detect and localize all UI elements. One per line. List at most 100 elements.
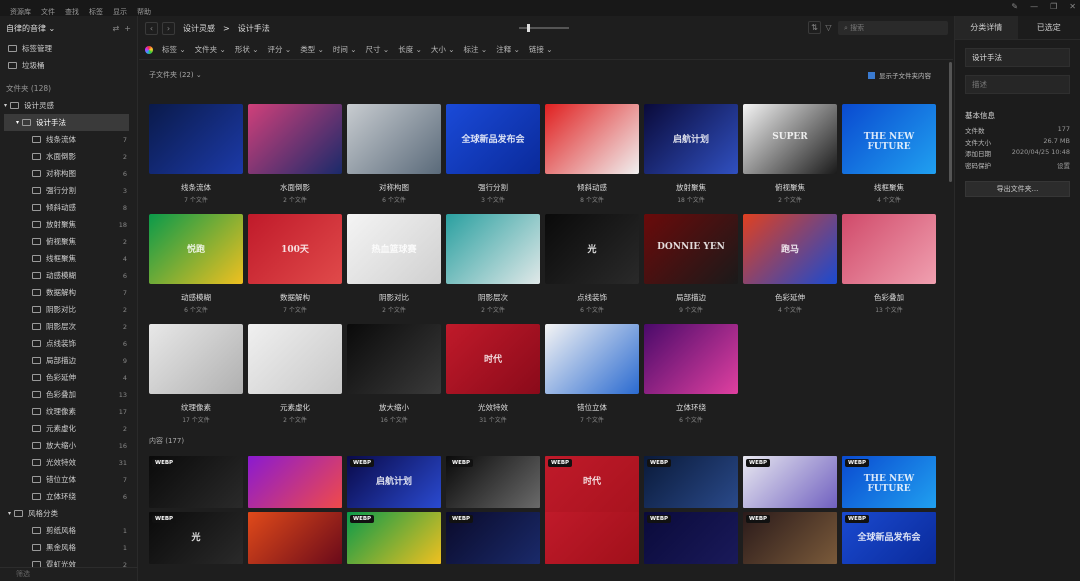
chevron-down-icon[interactable]: ▾ [8,510,11,517]
export-button[interactable]: 导出文件夹... [965,181,1070,197]
filter-dropdown[interactable]: 文件夹 ⌄ [195,44,226,55]
subfolder-thumbnail[interactable]: SUPER [743,104,837,174]
scrollbar[interactable] [949,62,952,182]
library-header[interactable]: 自律的音律 ⌄ ⇄ + [0,16,137,40]
content-item[interactable]: WEBP [446,512,540,564]
subfolder-card[interactable]: 线条流体 7 个文件 [149,104,243,204]
content-item[interactable]: WEBP [149,456,243,508]
chevron-down-icon[interactable]: ▾ [4,102,7,109]
subfolder-thumbnail[interactable] [545,324,639,394]
sidebar-item-tag-mgmt[interactable]: 标签管理 [0,40,137,57]
breadcrumb-2[interactable]: 设计手法 [238,23,270,34]
folder-root[interactable]: ▾ 设计灵感 [0,97,137,114]
filter-icon[interactable]: ▽ [822,21,835,34]
filter-dropdown[interactable]: 时间 ⌄ [333,44,357,55]
menu-item[interactable]: 标签 [89,8,103,16]
sidebar-folder-item[interactable]: 水面倒影 2 [0,148,137,165]
filter-dropdown[interactable]: 标注 ⌄ [464,44,488,55]
checkbox-icon[interactable] [868,71,875,79]
subfolder-card[interactable]: 错位立体 7 个文件 [545,324,639,424]
folder-selected[interactable]: ▾ 设计手法 [4,114,129,131]
sort-icon[interactable]: ⇅ [808,21,821,34]
sidebar-folder-item[interactable]: 数据解构 7 [0,284,137,301]
library-title[interactable]: 自律的音律 ⌄ [6,23,55,34]
subfolder-thumbnail[interactable] [545,104,639,174]
desc-field[interactable]: 描述 [965,75,1070,94]
sidebar-folder-item[interactable]: 色彩叠加 13 [0,386,137,403]
subfolder-card[interactable]: 阴影层次 2 个文件 [446,214,540,314]
subfolder-card[interactable]: 元素虚化 2 个文件 [248,324,342,424]
show-sub-toggle[interactable]: 显示子文件夹内容 [868,70,931,80]
subfolder-thumbnail[interactable]: THE NEW FUTURE [842,104,936,174]
name-field[interactable]: 设计手法 [965,48,1070,67]
sidebar-folder-item[interactable]: 点线装饰 6 [0,335,137,352]
subfolder-card[interactable]: 水面倒影 2 个文件 [248,104,342,204]
sidebar-folder-item[interactable]: 局部描边 9 [0,352,137,369]
sidebar-folder-item[interactable]: 动感模糊 6 [0,267,137,284]
subfolder-header[interactable]: 子文件夹 (22) ⌄ [149,70,202,80]
sidebar-folder-item[interactable]: 阴影对比 2 [0,301,137,318]
subfolder-card[interactable]: 纹理像素 17 个文件 [149,324,243,424]
subfolder-card[interactable]: 光点线装饰 6 个文件 [545,214,639,314]
tab-detail[interactable]: 分类详情 [955,16,1018,39]
subfolder-card[interactable]: 时代 光效特效 31 个文件 [446,324,540,424]
content-item[interactable]: WEBP [743,512,837,564]
minimize-icon[interactable]: — [1030,2,1038,11]
sidebar-folder-item[interactable]: 剪纸风格 1 [0,522,137,539]
subfolder-card[interactable]: SUPER 俯视聚焦 2 个文件 [743,104,837,204]
sidebar-folder-item[interactable]: 倾斜动感 8 [0,199,137,216]
filter-dropdown[interactable]: 形状 ⌄ [235,44,259,55]
subfolder-thumbnail[interactable]: 全球新品发布会 [446,104,540,174]
subfolder-thumbnail[interactable] [347,104,441,174]
sync-icon[interactable]: ⇄ + [113,24,132,33]
sidebar-folder-item[interactable]: 立体环绕 6 [0,488,137,505]
subfolder-card[interactable]: 100天 数据解构 7 个文件 [248,214,342,314]
content-item[interactable]: WEBP [347,512,441,564]
sidebar-folder-item[interactable]: 错位立体 7 [0,471,137,488]
subfolder-thumbnail[interactable] [248,104,342,174]
subfolder-card[interactable]: 立体环绕 6 个文件 [644,324,738,424]
subfolder-card[interactable]: 全球新品发布会 强行分割 3 个文件 [446,104,540,204]
menu-item[interactable]: 显示 [113,8,127,16]
subfolder-thumbnail[interactable]: 时代 [446,324,540,394]
subfolder-thumbnail[interactable] [446,214,540,284]
subfolder-thumbnail[interactable]: 悦跑 [149,214,243,284]
content-item[interactable] [248,456,342,508]
filter-dropdown[interactable]: 标签 ⌄ [162,44,186,55]
menu-item[interactable]: 帮助 [137,8,151,16]
sidebar-item-trash[interactable]: 垃圾桶 [0,57,137,74]
menu-item[interactable]: 文件 [41,8,55,16]
sidebar-folder-item[interactable]: 光效特效 31 [0,454,137,471]
subfolder-card[interactable]: 放大缩小 16 个文件 [347,324,441,424]
sidebar-folder-item[interactable]: 阴影层次 2 [0,318,137,335]
content-item[interactable]: WEBP [644,512,738,564]
zoom-slider[interactable] [519,24,569,32]
subfolder-thumbnail[interactable]: 跑马 [743,214,837,284]
content-item[interactable] [248,512,342,564]
filter-dropdown[interactable]: 类型 ⌄ [300,44,324,55]
maximize-icon[interactable]: ❐ [1050,2,1057,11]
breadcrumb-1[interactable]: 设计灵感 [183,23,215,34]
subfolder-thumbnail[interactable] [149,324,243,394]
subfolder-card[interactable]: 对称构图 6 个文件 [347,104,441,204]
subfolder-card[interactable]: 启航计划 放射聚焦 18 个文件 [644,104,738,204]
sidebar-folder-item[interactable]: 色彩延伸 4 [0,369,137,386]
content-item[interactable]: 光 WEBP [149,512,243,564]
info-value[interactable]: 设置 [1057,160,1070,172]
content-item[interactable]: 启航计划 WEBP [347,456,441,508]
subfolder-card[interactable]: 热血篮球赛 阴影对比 2 个文件 [347,214,441,314]
filter-dropdown[interactable]: 大小 ⌄ [431,44,455,55]
subfolder-card[interactable]: 色彩叠加 13 个文件 [842,214,936,314]
subfolder-card[interactable]: THE NEW FUTURE 线框聚焦 4 个文件 [842,104,936,204]
subfolder-thumbnail[interactable]: 启航计划 [644,104,738,174]
sidebar-folder-item[interactable]: 线条流体 7 [0,131,137,148]
sidebar-folder-item[interactable]: 线框聚焦 4 [0,250,137,267]
content-item[interactable]: WEBP [743,456,837,508]
forward-button[interactable]: › [162,21,175,35]
menu-item[interactable]: 资源库 [10,8,31,16]
subfolder-thumbnail[interactable] [347,324,441,394]
sidebar-folder-item[interactable]: 元素虚化 2 [0,420,137,437]
subfolder-thumbnail[interactable]: 热血篮球赛 [347,214,441,284]
content-item[interactable]: 全球新品发布会 WEBP [842,512,936,564]
sidebar-folder-item[interactable]: 俯视聚焦 2 [0,233,137,250]
